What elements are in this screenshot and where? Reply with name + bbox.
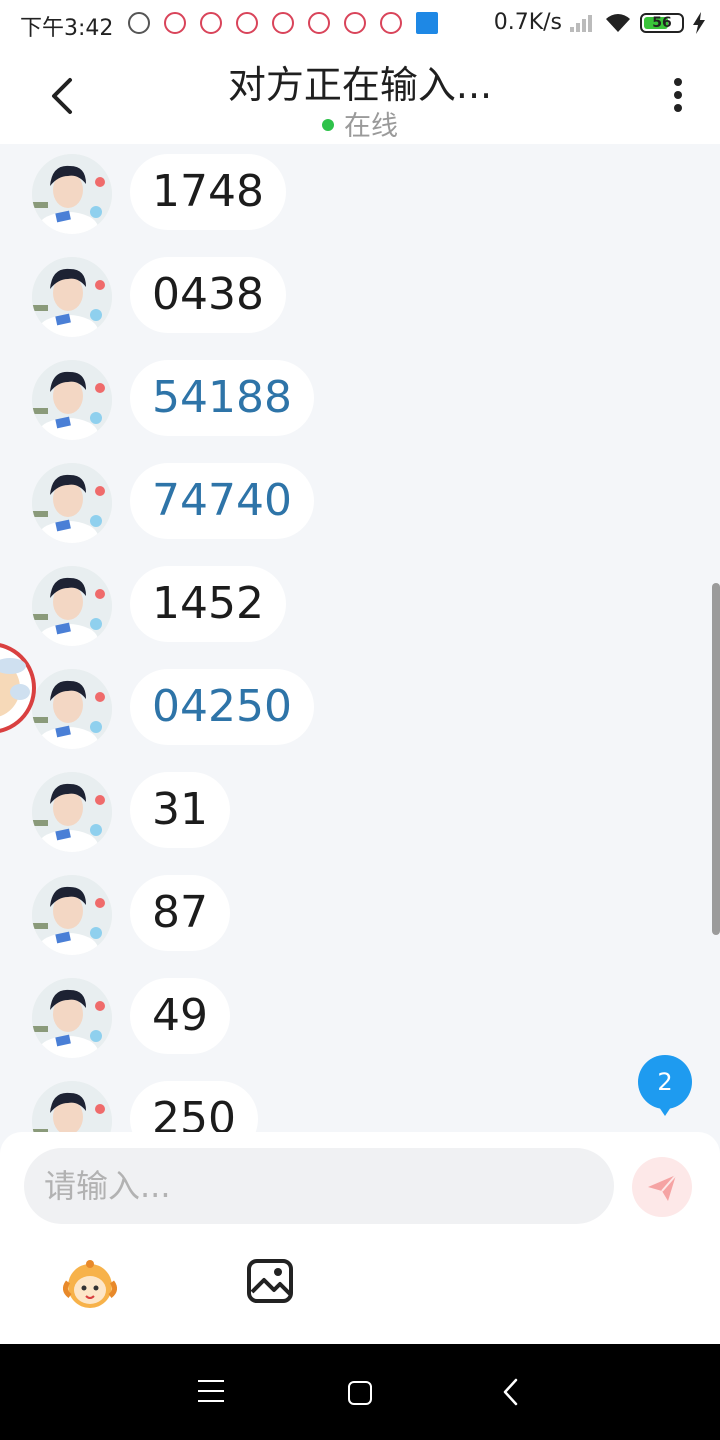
avatar[interactable] (32, 669, 112, 749)
app-notification-icon (272, 12, 294, 34)
more-options-button[interactable] (666, 78, 690, 118)
message-bubble[interactable]: 1452 (130, 566, 286, 642)
message-bubble[interactable]: 0438 (130, 257, 286, 333)
unread-count-badge[interactable]: 2 (637, 1054, 693, 1116)
status-right: 0.7K/s 56 (494, 10, 706, 35)
message-bubble[interactable]: 87 (130, 875, 230, 951)
presence-label: 在线 (344, 111, 398, 142)
app-notification-icon (344, 12, 366, 34)
online-dot-icon (322, 118, 334, 131)
chat-header: 对方正在输入... 在线 (0, 48, 720, 144)
avatar[interactable] (32, 566, 112, 646)
app-notification-icon (236, 12, 258, 34)
message-bubble[interactable]: 31 (130, 772, 230, 848)
mi-app-icon (416, 12, 438, 34)
avatar[interactable] (32, 360, 112, 440)
avatar[interactable] (32, 978, 112, 1058)
message-bubble[interactable]: 49 (130, 978, 230, 1054)
send-button[interactable] (632, 1157, 692, 1217)
avatar[interactable] (32, 463, 112, 543)
unread-count: 2 (657, 1068, 673, 1096)
recorder-icon (128, 12, 150, 34)
app-notification-icon (200, 12, 222, 34)
status-bar: 下午3:42 0.7K/s 56 (0, 0, 720, 48)
message-list[interactable]: 1748 0438 54188 74740 1452 04250 31 87 49 250 (0, 144, 720, 1132)
battery-icon: 56 (640, 12, 684, 33)
message-bubble-link[interactable]: 04250 (130, 669, 314, 745)
message-bubble-link[interactable]: 74740 (130, 463, 314, 539)
notification-icons (128, 12, 438, 34)
emoji-face-icon[interactable] (60, 1256, 120, 1312)
paper-plane-icon (648, 1174, 677, 1201)
system-nav-bar (0, 1344, 720, 1440)
battery-level: 56 (652, 14, 672, 31)
recent-apps-button[interactable] (198, 1380, 224, 1402)
message-bubble[interactable]: 1748 (130, 154, 286, 230)
network-speed: 0.7K/s (493, 10, 562, 35)
system-back-button[interactable] (500, 1378, 522, 1406)
app-notification-icon (380, 12, 402, 34)
app-notification-icon (308, 12, 330, 34)
wifi-icon (606, 13, 630, 32)
chat-title: 对方正在输入... (227, 63, 493, 107)
image-icon[interactable] (246, 1258, 294, 1304)
avatar[interactable] (32, 1081, 112, 1132)
app-notification-icon (164, 12, 186, 34)
signal-icon (570, 14, 596, 32)
avatar[interactable] (32, 154, 112, 234)
message-input[interactable] (24, 1148, 614, 1224)
home-button[interactable] (348, 1381, 372, 1405)
avatar[interactable] (32, 772, 112, 852)
message-bubble-link[interactable]: 54188 (130, 360, 314, 436)
message-bubble[interactable]: 250 (130, 1081, 258, 1132)
avatar[interactable] (32, 875, 112, 955)
charging-icon (693, 11, 705, 34)
status-time: 下午3:42 (20, 16, 114, 41)
scrollbar[interactable] (712, 583, 720, 935)
avatar[interactable] (32, 257, 112, 337)
presence-status: 在线 (0, 104, 720, 143)
input-panel (0, 1132, 720, 1344)
floating-sticker-icon[interactable] (0, 636, 38, 740)
